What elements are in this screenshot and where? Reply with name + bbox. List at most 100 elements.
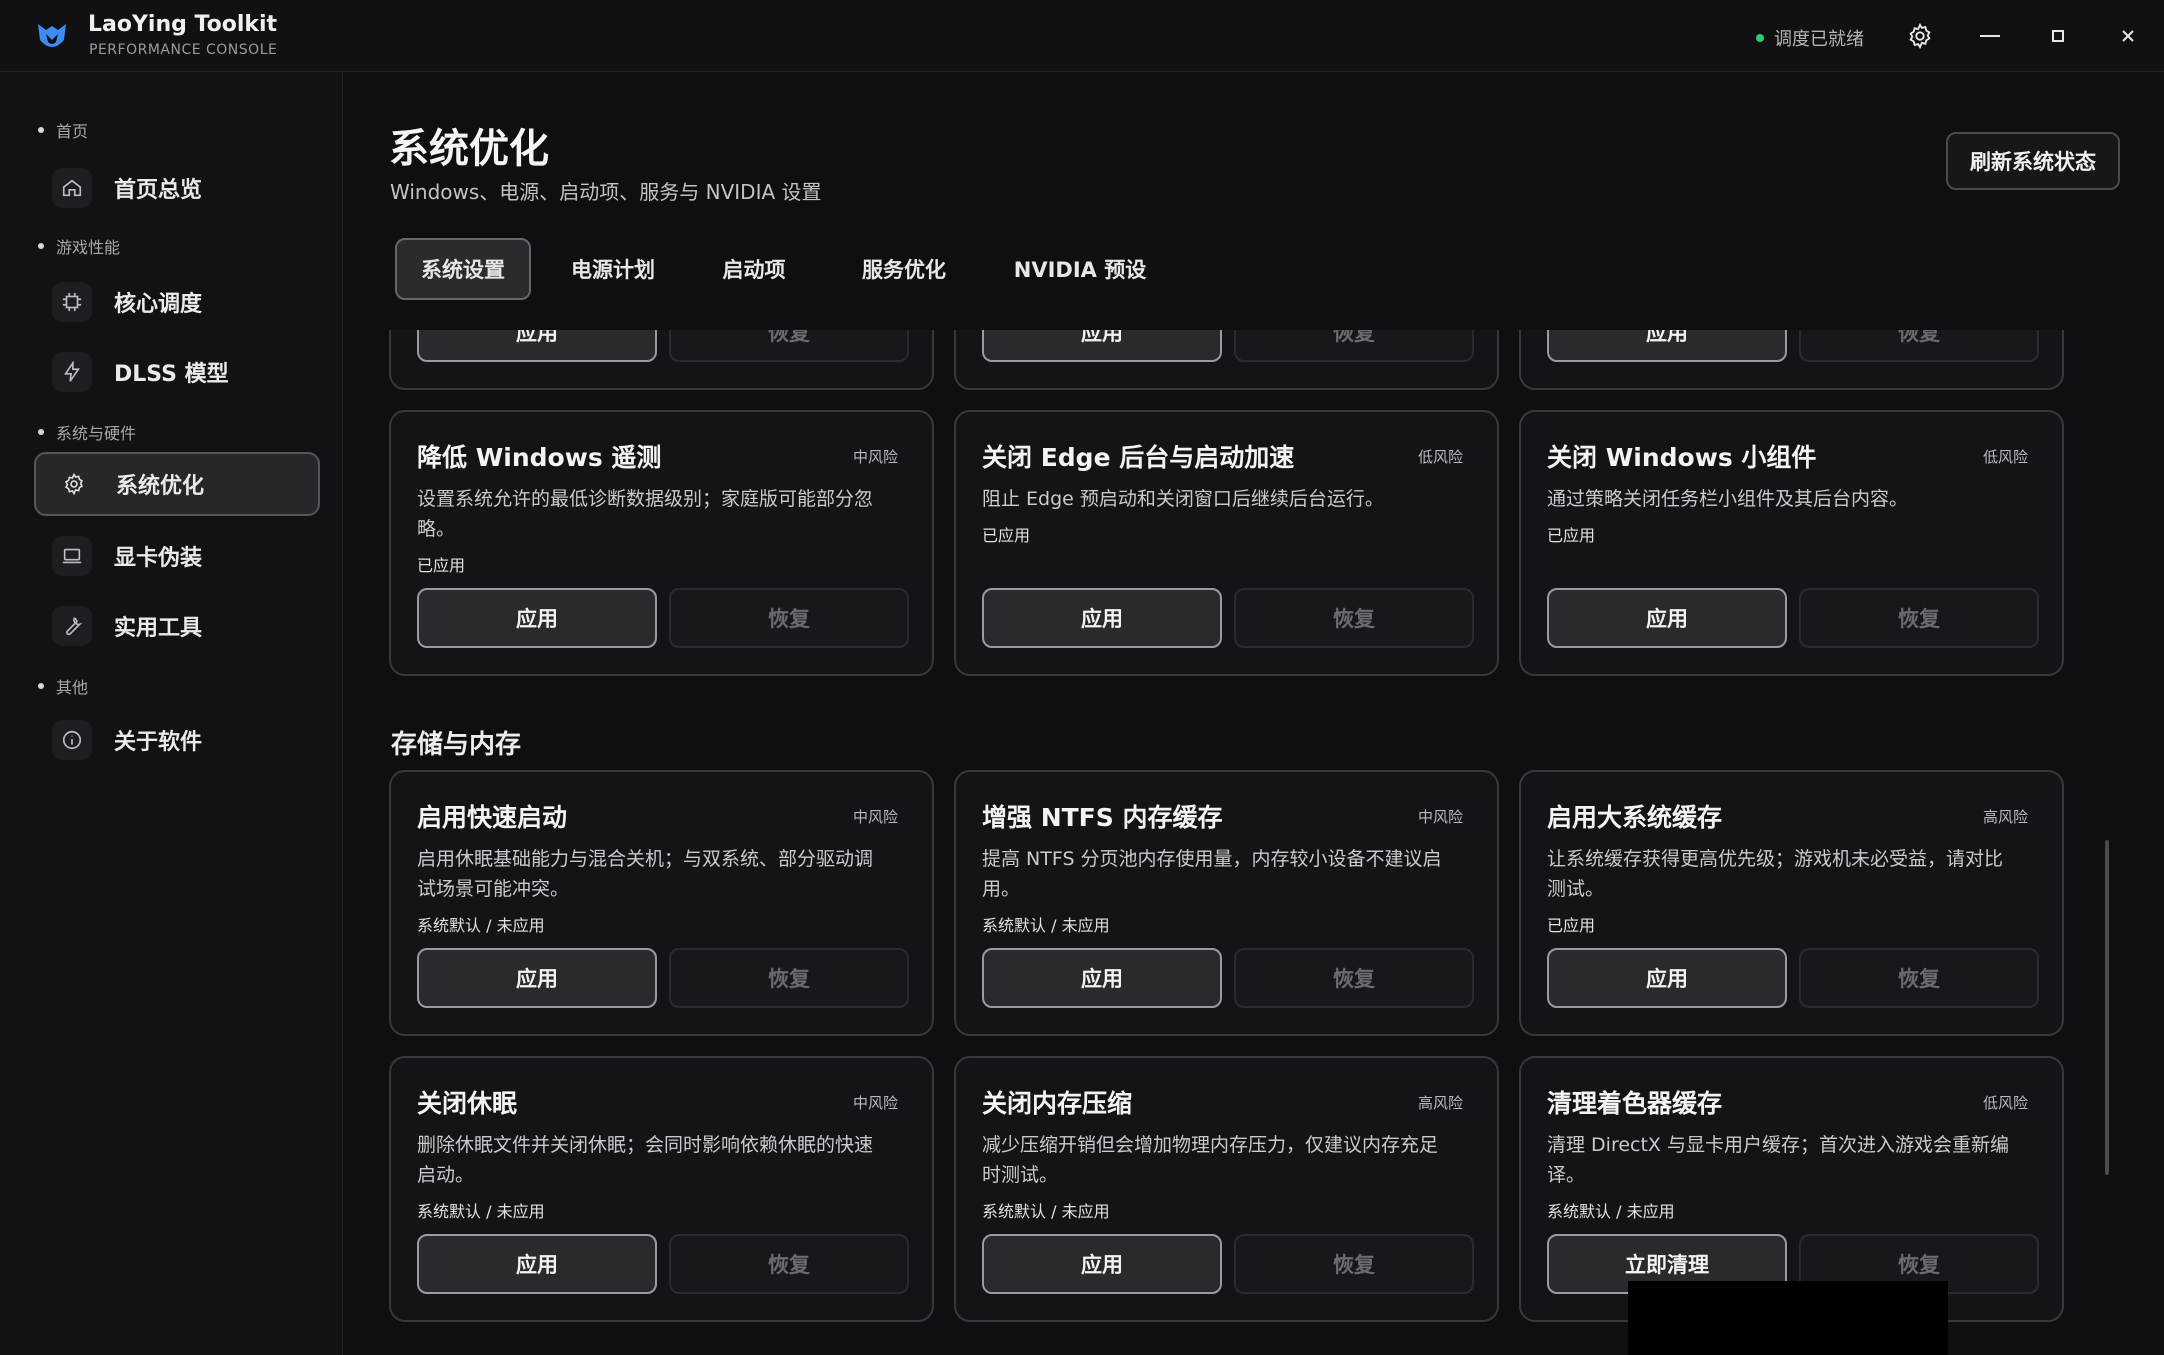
sidebar-item-label: 核心调度 bbox=[114, 292, 203, 317]
section-label: 其他 bbox=[56, 678, 89, 697]
apply-button[interactable]: 应用 bbox=[417, 1234, 657, 1294]
sidebar-item-label: 首页总览 bbox=[114, 178, 203, 203]
settings-card-edge: 关闭 Edge 后台与启动加速 低风险 阻止 Edge 预启动和关闭窗口后继续后… bbox=[954, 410, 1499, 676]
status-text: 调度已就绪 bbox=[1774, 29, 1864, 50]
card-description: 让系统缓存获得更高优先级；游戏机未必受益，请对比测试。 bbox=[1547, 848, 2004, 900]
screen-corner-overlay bbox=[1628, 1281, 1948, 1355]
apply-button[interactable]: 应用 bbox=[982, 948, 1222, 1008]
settings-card-widgets: 关闭 Windows 小组件 低风险 通过策略关闭任务栏小组件及其后台内容。 已… bbox=[1519, 410, 2064, 676]
card-status: 已应用 bbox=[417, 556, 466, 575]
minimize-icon bbox=[1980, 35, 2000, 37]
status-dot-icon bbox=[1756, 34, 1764, 42]
apply-button[interactable]: 应用 bbox=[1547, 948, 1787, 1008]
chip-icon bbox=[52, 282, 92, 322]
apply-button[interactable]: 应用 bbox=[417, 330, 657, 362]
card-status: 已应用 bbox=[1547, 526, 1596, 545]
settings-card-telemetry: 降低 Windows 遥测 中风险 设置系统允许的最低诊断数据级别；家庭版可能部… bbox=[389, 410, 934, 676]
card-description: 删除休眠文件并关闭休眠；会同时影响依赖休眠的快速启动。 bbox=[417, 1134, 874, 1186]
card-title: 关闭 Edge 后台与启动加速 bbox=[982, 443, 1295, 472]
settings-card-partial: 应用 恢复 bbox=[1519, 330, 2064, 390]
restore-button[interactable]: 恢复 bbox=[1799, 588, 2039, 648]
apply-button[interactable]: 应用 bbox=[982, 1234, 1222, 1294]
restore-button[interactable]: 恢复 bbox=[1234, 1234, 1474, 1294]
info-icon bbox=[52, 720, 92, 760]
restore-button[interactable]: 恢复 bbox=[1234, 588, 1474, 648]
bullet-icon bbox=[38, 429, 44, 435]
risk-badge: 低风险 bbox=[1417, 448, 1463, 466]
restore-button[interactable]: 恢复 bbox=[669, 588, 909, 648]
bullet-icon bbox=[38, 127, 44, 133]
sidebar-item-system-optimize[interactable]: 系统优化 bbox=[34, 452, 320, 516]
apply-button[interactable]: 应用 bbox=[417, 948, 657, 1008]
apply-button[interactable]: 应用 bbox=[417, 588, 657, 648]
risk-badge: 低风险 bbox=[1982, 448, 2028, 466]
sidebar-item-label: 显卡伪装 bbox=[114, 546, 203, 571]
card-title: 启用大系统缓存 bbox=[1547, 803, 1723, 832]
restore-button[interactable]: 恢复 bbox=[669, 948, 909, 1008]
sidebar-item-core-scheduling[interactable]: 核心调度 bbox=[34, 270, 320, 334]
settings-button[interactable] bbox=[1898, 14, 1942, 58]
gear-icon bbox=[1909, 22, 1931, 50]
minimize-button[interactable] bbox=[1968, 14, 2012, 58]
sidebar-item-home[interactable]: 首页总览 bbox=[34, 156, 320, 220]
main-content: 系统优化 Windows、电源、启动项、服务与 NVIDIA 设置 刷新系统状态… bbox=[343, 72, 2164, 1355]
restore-button[interactable]: 恢复 bbox=[669, 1234, 909, 1294]
card-description: 阻止 Edge 预启动和关闭窗口后继续后台运行。 bbox=[982, 488, 1384, 510]
close-button[interactable] bbox=[2106, 14, 2150, 58]
card-title: 关闭内存压缩 bbox=[982, 1089, 1133, 1118]
card-description: 清理 DirectX 与显卡用户缓存；首次进入游戏会重新编译。 bbox=[1547, 1134, 2009, 1186]
bullet-icon bbox=[38, 243, 44, 249]
restore-button[interactable]: 恢复 bbox=[1799, 330, 2039, 362]
risk-badge: 低风险 bbox=[1982, 1094, 2028, 1112]
risk-badge: 中风险 bbox=[1417, 808, 1463, 826]
sidebar-item-label: 关于软件 bbox=[114, 730, 203, 755]
card-description: 减少压缩开销但会增加物理内存压力，仅建议内存充足时测试。 bbox=[982, 1134, 1439, 1186]
settings-card-memory-compression: 关闭内存压缩 高风险 减少压缩开销但会增加物理内存压力，仅建议内存充足时测试。 … bbox=[954, 1056, 1499, 1322]
tab-services[interactable]: 服务优化 bbox=[833, 238, 975, 300]
title-bar: LaoYing Toolkit PERFORMANCE CONSOLE 调度已就… bbox=[0, 0, 2164, 72]
card-status: 系统默认 / 未应用 bbox=[1547, 1202, 1675, 1221]
tab-startup[interactable]: 启动项 bbox=[695, 238, 813, 300]
sidebar: 首页 首页总览 游戏性能 核心调度 DLSS 模型 系统与硬件 系统优化 显卡伪… bbox=[0, 72, 343, 1355]
card-title: 增强 NTFS 内存缓存 bbox=[982, 803, 1223, 832]
apply-button[interactable]: 应用 bbox=[1547, 588, 1787, 648]
page-title: 系统优化 bbox=[389, 126, 549, 172]
maximize-button[interactable] bbox=[2036, 14, 2080, 58]
sidebar-item-label: 实用工具 bbox=[114, 616, 203, 641]
apply-button[interactable]: 应用 bbox=[982, 330, 1222, 362]
restore-button[interactable]: 恢复 bbox=[1234, 948, 1474, 1008]
laptop-icon bbox=[52, 536, 92, 576]
restore-button[interactable]: 恢复 bbox=[669, 330, 909, 362]
page-subtitle: Windows、电源、启动项、服务与 NVIDIA 设置 bbox=[390, 180, 822, 204]
card-title: 清理着色器缓存 bbox=[1547, 1089, 1723, 1118]
sidebar-item-tools[interactable]: 实用工具 bbox=[34, 594, 320, 658]
section-title-storage: 存储与内存 bbox=[391, 730, 522, 760]
settings-card-large-cache: 启用大系统缓存 高风险 让系统缓存获得更高优先级；游戏机未必受益，请对比测试。 … bbox=[1519, 770, 2064, 1036]
risk-badge: 中风险 bbox=[852, 808, 898, 826]
tab-nvidia-preset[interactable]: NVIDIA 预设 bbox=[995, 238, 1165, 300]
apply-button[interactable]: 应用 bbox=[1547, 330, 1787, 362]
sidebar-item-gpu-spoof[interactable]: 显卡伪装 bbox=[34, 524, 320, 588]
vertical-scrollbar[interactable] bbox=[2105, 840, 2109, 1175]
tab-power-plan[interactable]: 电源计划 bbox=[545, 238, 681, 300]
app-subtitle: PERFORMANCE CONSOLE bbox=[89, 42, 278, 58]
card-title: 降低 Windows 遥测 bbox=[417, 443, 662, 472]
card-status: 系统默认 / 未应用 bbox=[982, 1202, 1110, 1221]
refresh-status-button[interactable]: 刷新系统状态 bbox=[1946, 132, 2120, 190]
section-label: 首页 bbox=[56, 122, 89, 141]
card-description: 设置系统允许的最低诊断数据级别；家庭版可能部分忽略。 bbox=[417, 488, 874, 540]
maximize-icon bbox=[2052, 30, 2064, 42]
sidebar-item-about[interactable]: 关于软件 bbox=[34, 708, 320, 772]
sidebar-item-dlss[interactable]: DLSS 模型 bbox=[34, 340, 320, 404]
card-title: 关闭休眠 bbox=[417, 1089, 518, 1118]
gear-icon bbox=[54, 464, 94, 504]
restore-button[interactable]: 恢复 bbox=[1799, 948, 2039, 1008]
tab-system-settings[interactable]: 系统设置 bbox=[395, 238, 531, 300]
settings-scroll-area[interactable]: 应用 恢复 应用 恢复 应用 恢复 降低 Windows 遥测 中风险 设置系统… bbox=[343, 330, 2164, 1355]
card-description: 启用休眠基础能力与混合关机；与双系统、部分驱动调试场景可能冲突。 bbox=[417, 848, 874, 900]
card-status: 系统默认 / 未应用 bbox=[417, 1202, 545, 1221]
settings-card-ntfs-cache: 增强 NTFS 内存缓存 中风险 提高 NTFS 分页池内存使用量，内存较小设备… bbox=[954, 770, 1499, 1036]
apply-button[interactable]: 应用 bbox=[982, 588, 1222, 648]
restore-button[interactable]: 恢复 bbox=[1234, 330, 1474, 362]
sidebar-section-system: 系统与硬件 bbox=[38, 420, 136, 444]
